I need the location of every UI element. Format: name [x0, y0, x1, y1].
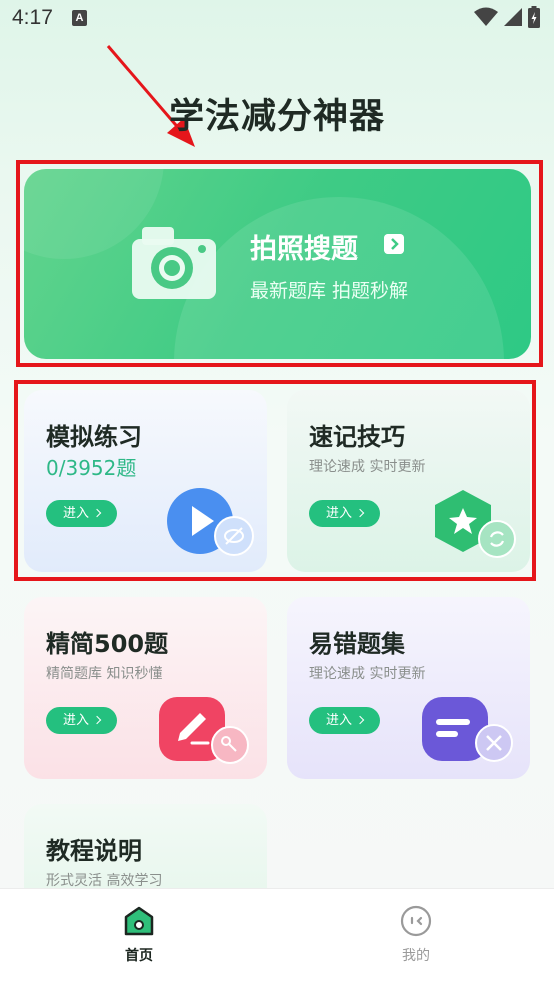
- tab-home[interactable]: 首页: [99, 905, 179, 965]
- profile-face-icon: [400, 905, 432, 937]
- card-title: 精简500题: [46, 630, 169, 658]
- simple-500-card[interactable]: 精简500题 精简题库 知识秒懂 进入: [24, 597, 267, 779]
- app-title: 学法减分神器: [168, 97, 385, 137]
- list-close-icon: [422, 697, 513, 762]
- bottom-tab-bar: 首页 我的: [0, 888, 554, 984]
- tab-mine[interactable]: 我的: [376, 905, 456, 965]
- home-icon: [124, 906, 154, 936]
- card-title: 易错题集: [309, 630, 405, 658]
- edit-pen-icon: [159, 697, 249, 764]
- enter-button[interactable]: 进入: [46, 707, 117, 734]
- enter-button[interactable]: 进入: [309, 707, 380, 734]
- tab-home-label: 首页: [125, 948, 153, 964]
- card-title: 教程说明: [46, 837, 142, 865]
- annotation-box-photo-search: [16, 160, 543, 367]
- annotation-box-top-cards: [14, 380, 536, 581]
- tab-mine-label: 我的: [402, 948, 430, 964]
- wrong-questions-card[interactable]: 易错题集 理论速成 实时更新 进入: [287, 597, 530, 779]
- card-subtitle: 精简题库 知识秒懂: [46, 666, 163, 682]
- card-subtitle: 形式灵活 高效学习: [46, 873, 163, 889]
- card-subtitle: 理论速成 实时更新: [309, 666, 426, 682]
